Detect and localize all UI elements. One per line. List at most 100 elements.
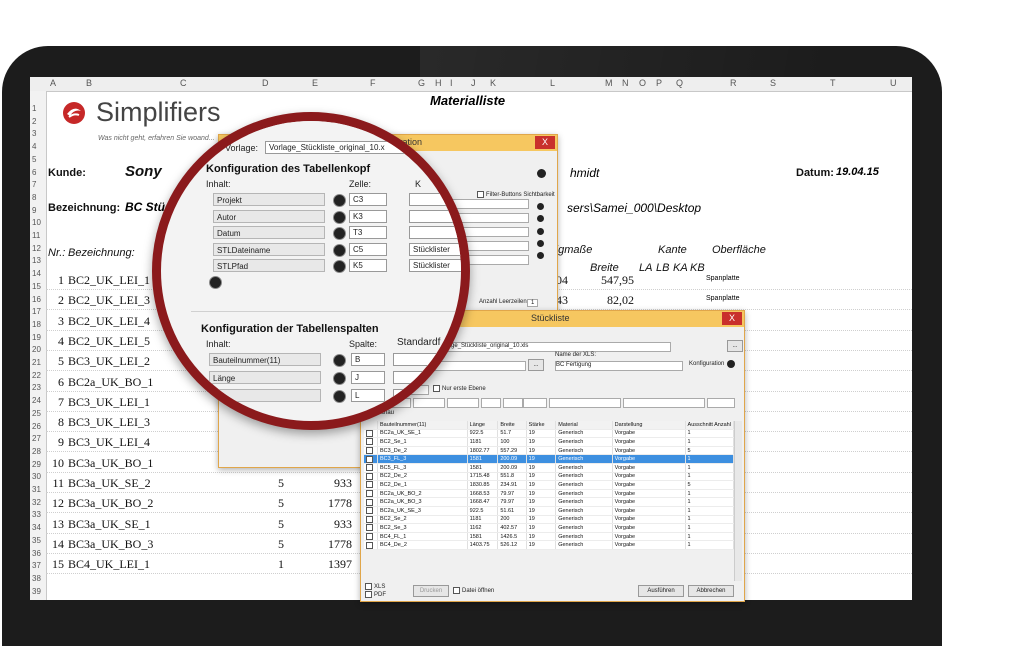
config-row-button-1[interactable] xyxy=(537,203,544,210)
row-header[interactable]: 25 xyxy=(32,409,41,418)
row-header[interactable]: 18 xyxy=(32,320,41,329)
config-row-button-4[interactable] xyxy=(537,240,544,247)
column-header[interactable]: B xyxy=(86,78,92,88)
column-letter-input[interactable]: J xyxy=(351,371,385,384)
column-letter-input[interactable]: L xyxy=(351,389,385,402)
table-row[interactable]: BC2a_UK_SE_1 922.5 51.7 19 Generisch Vorgabe 1 xyxy=(364,429,735,439)
row-checkbox[interactable] xyxy=(364,523,378,533)
konfiguration-gear-icon[interactable] xyxy=(727,360,735,368)
item-value-1[interactable]: 5 xyxy=(262,517,284,532)
column-header-cell[interactable] xyxy=(364,421,378,430)
ausfuehren-button[interactable]: Ausführen xyxy=(638,585,684,597)
item-number[interactable]: 9 xyxy=(50,435,64,450)
table-row[interactable]: BC2_Se_2 1181 200 19 Generisch Vorgabe 1 xyxy=(364,515,735,525)
row-checkbox[interactable] xyxy=(364,480,378,490)
row-header[interactable]: 26 xyxy=(32,422,41,431)
datum-value[interactable]: 19.04.15 xyxy=(836,166,879,178)
path-value[interactable]: sers\Samei_000\Desktop xyxy=(567,201,701,215)
filter-input[interactable] xyxy=(707,398,735,408)
item-value-2[interactable]: 1778 xyxy=(312,496,352,511)
row-checkbox[interactable] xyxy=(364,437,378,447)
anzahl-input[interactable]: 1 xyxy=(527,299,539,307)
column-header[interactable]: D xyxy=(262,78,269,88)
item-name[interactable]: BC2_UK_LEI_4 xyxy=(68,314,150,329)
filter-input[interactable] xyxy=(523,398,547,408)
column-content-field[interactable]: Bauteilnummer(11) xyxy=(209,353,321,366)
column-header[interactable]: I xyxy=(450,78,453,88)
item-surface[interactable]: Spanplatte xyxy=(706,275,739,282)
config-close-button[interactable]: X xyxy=(535,136,555,149)
item-name[interactable]: BC4_UK_LEI_1 xyxy=(68,557,150,572)
row-header[interactable]: 22 xyxy=(32,371,41,380)
column-row-gear-icon[interactable] xyxy=(333,372,346,385)
item-number[interactable]: 8 xyxy=(50,415,64,430)
table-row[interactable]: BC4_De_2 1403.75 526.12 19 Generisch Vorgabe 1 xyxy=(364,540,735,550)
row-header[interactable]: 35 xyxy=(32,536,41,545)
row-header[interactable]: 2 xyxy=(32,117,36,126)
column-content-field[interactable]: Länge xyxy=(209,371,321,384)
column-header-cell[interactable]: Länge xyxy=(467,421,499,430)
row-header[interactable]: 36 xyxy=(32,549,41,558)
column-header[interactable]: E xyxy=(312,78,318,88)
item-name[interactable]: BC3a_UK_SE_1 xyxy=(68,517,151,532)
row-header[interactable]: 24 xyxy=(32,396,41,405)
item-number[interactable]: 13 xyxy=(50,517,64,532)
column-header-cell[interactable]: Bauteilnummer(11) xyxy=(377,421,468,430)
item-surface[interactable]: Spanplatte xyxy=(706,295,739,302)
pdf-checkbox[interactable]: PDF xyxy=(365,591,386,598)
row-checkbox[interactable] xyxy=(364,463,378,473)
item-value-2[interactable]: 933 xyxy=(312,476,352,491)
column-header[interactable]: T xyxy=(830,78,836,88)
table-row[interactable]: BC3_FL_3 1581 200.09 19 Generisch Vorgabe 1 xyxy=(364,454,735,464)
row-checkbox[interactable] xyxy=(364,515,378,525)
row-checkbox[interactable] xyxy=(364,472,378,482)
row-header[interactable]: 38 xyxy=(32,574,41,583)
item-number[interactable]: 4 xyxy=(50,334,64,349)
row-checkbox[interactable] xyxy=(364,532,378,542)
row-header[interactable]: 23 xyxy=(32,383,41,392)
item-number[interactable]: 6 xyxy=(50,375,64,390)
item-value-1[interactable]: 5 xyxy=(262,537,284,552)
head-cell-input[interactable]: T3 xyxy=(349,226,387,239)
row-header[interactable]: 4 xyxy=(32,142,36,151)
column-header[interactable]: U xyxy=(890,78,897,88)
column-header[interactable]: O xyxy=(639,78,646,88)
item-name[interactable]: BC3a_UK_BO_3 xyxy=(68,537,153,552)
item-name[interactable]: BC3a_UK_BO_2 xyxy=(68,496,153,511)
row-header[interactable]: 8 xyxy=(32,193,36,202)
item-number[interactable]: 11 xyxy=(50,476,64,491)
table-row[interactable]: BC2_De_1 1830.85 234.91 19 Generisch Vorgabe 5 xyxy=(364,480,735,490)
head-content-field[interactable]: Projekt xyxy=(213,193,325,206)
item-value-2[interactable]: 547,95 xyxy=(590,273,634,288)
item-name[interactable]: BC3_UK_LEI_3 xyxy=(68,415,150,430)
item-name[interactable]: BC3_UK_LEI_2 xyxy=(68,354,150,369)
xls-checkbox[interactable]: XLS xyxy=(365,583,385,590)
column-header[interactable]: H xyxy=(435,78,442,88)
table-row[interactable]: BC2a_UK_BO_3 1668.47 79.97 19 Generisch Vorga… xyxy=(364,497,735,507)
table-row[interactable]: BC2_Se_1 1181 100 19 Generisch Vorgabe 1 xyxy=(364,437,735,447)
stueckliste-close-button[interactable]: X xyxy=(722,312,742,325)
column-default-input[interactable] xyxy=(393,371,461,384)
head-content-field[interactable]: STLPfad xyxy=(213,259,325,272)
column-default-input[interactable] xyxy=(393,353,461,366)
item-number[interactable]: 1 xyxy=(50,273,64,288)
column-header[interactable]: C xyxy=(180,78,187,88)
config-add-icon[interactable] xyxy=(537,169,546,178)
item-number[interactable]: 15 xyxy=(50,557,64,572)
row-header[interactable]: 11 xyxy=(32,231,40,240)
item-name[interactable]: BC2_UK_LEI_5 xyxy=(68,334,150,349)
item-number[interactable]: 5 xyxy=(50,354,64,369)
row-header[interactable]: 20 xyxy=(32,345,41,354)
column-content-field[interactable] xyxy=(209,389,321,402)
item-name[interactable]: BC3_UK_LEI_1 xyxy=(68,395,150,410)
item-name[interactable]: BC3a_UK_SE_2 xyxy=(68,476,151,491)
table-scrollbar[interactable] xyxy=(734,421,742,581)
column-header[interactable]: L xyxy=(550,78,555,88)
item-number[interactable]: 12 xyxy=(50,496,64,511)
column-header-cell[interactable]: Breite xyxy=(497,421,527,430)
head-extra-input[interactable]: Stücklister xyxy=(409,242,461,256)
head-row-gear-icon[interactable] xyxy=(333,260,346,273)
preview-table[interactable]: Bauteilnummer(11) Länge Breite Stärke Materi… xyxy=(364,421,735,550)
row-header[interactable]: 9 xyxy=(32,206,36,215)
config-row-button-2[interactable] xyxy=(537,215,544,222)
